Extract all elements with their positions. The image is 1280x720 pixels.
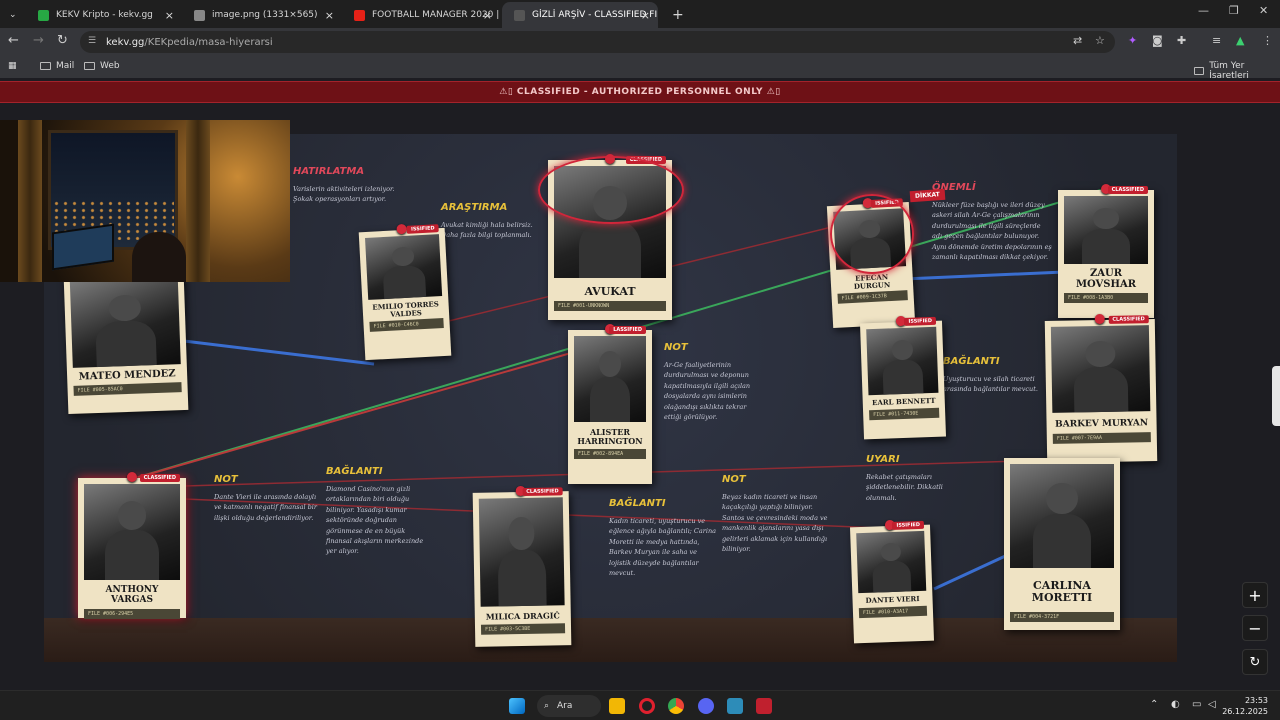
window-close-icon[interactable]: ✕ (1259, 4, 1268, 17)
taskbar-search[interactable]: ⌕ Ara (537, 695, 601, 717)
tab-gizli-arsiv[interactable]: GİZLİ ARŞİV - CLASSIFIED FILES× (502, 2, 658, 28)
suspect-card-alister-harrington[interactable]: LASSIFIED ALISTER HARRINGTON FILE #002-8… (568, 324, 652, 484)
suspect-photo (856, 530, 927, 594)
app-icon[interactable] (756, 698, 772, 714)
suspect-photo (69, 278, 181, 368)
start-icon[interactable] (509, 698, 525, 714)
suspect-card-zaur-movshar[interactable]: CLASSIFIED ZAUR MOVSHAR FILE #008-1A3B0 (1058, 184, 1154, 318)
suspect-photo (1010, 464, 1114, 568)
tab-kekv-kripto[interactable]: KEKV Kripto - kekv.gg × (26, 2, 182, 28)
suspect-photo (365, 234, 443, 300)
note-baglanti-uyusturucu: BAĞLANTI Uyuşturucu ve silah ticareti ara… (943, 356, 1038, 394)
discord-icon[interactable] (698, 698, 714, 714)
translate-icon[interactable]: ⇄ (1073, 34, 1082, 47)
note-not-dante: NOT Dante Vieri ile arasında dolaylı ve k… (214, 474, 317, 522)
blue-string (903, 270, 1065, 281)
extension-icon[interactable]: ✦ (1128, 34, 1137, 47)
suspect-photo (1050, 325, 1151, 413)
folder-icon (1194, 67, 1205, 75)
bookmark-web[interactable]: Web (84, 61, 120, 71)
kekv-favicon (38, 9, 49, 21)
note-uyari: UYARI Rekabet çatışmaları şiddetlenebilir… (866, 454, 943, 502)
suspect-card-milica-dragic[interactable]: CLASSIFIED MILICA DRAGIĆ FILE #003-5C3BE (472, 485, 572, 647)
blue-string (933, 550, 1015, 591)
youtube-favicon (354, 9, 365, 21)
highlight-circle (830, 194, 914, 274)
search-icon: ⌕ (544, 701, 550, 711)
bookmark-star-icon[interactable]: ☆ (1095, 34, 1105, 47)
chevron-up-icon[interactable]: ⌃ (1150, 699, 1158, 710)
app-icon[interactable] (727, 698, 743, 714)
side-scroll-tab[interactable] (1272, 366, 1280, 426)
restore-icon[interactable]: ❐ (1229, 4, 1239, 17)
tab-list-button[interactable]: ⌄ (4, 2, 26, 28)
webcam-overlay (0, 120, 290, 282)
folder-icon (40, 62, 51, 70)
suspect-card-carlina-moretti[interactable]: CARLINA MORETTI FILE #004-3721F (1004, 458, 1120, 630)
streamer (132, 232, 186, 282)
clock[interactable]: 23:53 26.12.2025 (1222, 695, 1268, 717)
volume-icon[interactable]: ◁ (1208, 699, 1216, 710)
apps-grid-icon[interactable]: ▦ (8, 61, 17, 71)
chrome-icon[interactable] (668, 698, 684, 714)
extensions-puzzle-icon[interactable]: ✚ (1177, 34, 1186, 47)
pin-icon (1094, 313, 1105, 325)
windows-taskbar: ⌕ Ara ⌃ ◐ ▭ ◁ 23:53 26.12.2025 (0, 690, 1280, 720)
note-baglanti-casino: BAĞLANTI Diamond Casino'nun gizli ortakla… (326, 466, 424, 556)
suspect-card-anthony-vargas[interactable]: CLASSIFIED ANTHONY VARGAS FILE #006-294E… (78, 472, 186, 619)
suspect-card-earl-bennett[interactable]: ISSIFIED EARL BENNETT FILE #011-7430E (860, 315, 946, 440)
opera-icon[interactable] (639, 698, 655, 714)
minimize-icon[interactable]: — (1198, 4, 1209, 17)
suspect-photo (866, 326, 939, 396)
suspect-photo (574, 336, 646, 422)
pin-icon (127, 472, 137, 482)
suspect-card-mateo-mendez[interactable]: MATEO MENDEZ FILE #005-85AC0 (63, 271, 189, 415)
suspect-photo (478, 497, 565, 607)
back-icon[interactable]: ← (8, 33, 19, 48)
address-bar[interactable]: ☰ kekv.gg/KEKpedia/masa-hiyerarsi (80, 31, 1115, 53)
note-onemli: ÖNEMLİ Nükleer füze başlığı ve ileri düze… (932, 182, 1052, 261)
new-tab-button[interactable]: + (660, 2, 696, 28)
microphone-icon[interactable]: ◐ (1171, 699, 1180, 710)
bookmarks-bar: ▦ Mail Web Tüm Yer İşaretleri (0, 56, 1280, 81)
zoom-in-button[interactable]: + (1242, 582, 1268, 608)
browser-toolbar: ← → ↻ ☰ kekv.gg/KEKpedia/masa-hiyerarsi … (0, 28, 1280, 56)
suspect-card-barkev-muryan[interactable]: CLASSIFIED BARKEV MURYAN FILE #007-7E9AA (1044, 313, 1158, 463)
close-icon[interactable]: × (483, 9, 492, 22)
close-icon[interactable]: × (325, 9, 334, 22)
network-icon[interactable]: ▭ (1192, 699, 1201, 710)
suspect-card-dante-vieri[interactable]: ISSIFIED DANTE VIERI FILE #010-A3A17 (850, 519, 934, 644)
folder-icon (84, 62, 95, 70)
page-favicon (514, 9, 525, 21)
note-not-arge: NOT Ar-Ge faaliyetlerinin durdurulması ve… (664, 342, 751, 421)
close-icon[interactable]: × (165, 9, 174, 22)
tab-image-png[interactable]: image.png (1331×565) × (182, 2, 342, 28)
tab-football-manager[interactable]: FOOTBALL MANAGER 2020 | 2(× (342, 2, 500, 28)
suspect-card-emilio-torres-valdes[interactable]: ISSIFIED EMILIO TORRES VALDES FILE #010-… (358, 223, 452, 361)
close-icon[interactable]: × (641, 9, 650, 22)
tab-bar: ⌄ KEKV Kripto - kekv.gg × image.png (1331… (0, 0, 1280, 28)
image-favicon (194, 9, 205, 21)
note-hatirlatma: HATIRLATMA Varislerin aktiviteleri izleni… (293, 166, 395, 204)
menu-icon[interactable]: ⋮ (1262, 34, 1273, 47)
reload-icon[interactable]: ↻ (57, 33, 68, 48)
note-arastirma: ARAŞTIRMA Avukat kimliği hala belirsiz. D… (441, 202, 533, 240)
note-baglanti-kadin: BAĞLANTI Kadın ticareti, uyuşturucu ve eğ… (609, 498, 717, 577)
suspect-photo (84, 484, 180, 580)
blue-string (183, 339, 375, 366)
suspect-photo (1064, 196, 1148, 264)
highlight-circle (538, 156, 684, 224)
site-info-icon[interactable]: ☰ (88, 36, 96, 46)
camera-icon[interactable]: ◙ (1152, 34, 1163, 47)
pin-icon (396, 223, 407, 235)
forward-icon[interactable]: → (33, 33, 44, 48)
bookmark-mail[interactable]: Mail (40, 61, 74, 71)
note-not-beyaz: NOT Beyaz kadın ticareti ve insan kaçakçı… (722, 474, 828, 553)
reset-view-button[interactable]: ↻ (1242, 649, 1268, 675)
profile-icon[interactable]: ▲ (1236, 34, 1244, 47)
classified-banner: ⚠▯ CLASSIFIED - AUTHORIZED PERSONNEL ONL… (0, 81, 1280, 103)
zoom-out-button[interactable]: − (1242, 615, 1268, 641)
media-icon[interactable]: ≡ (1212, 34, 1221, 47)
file-explorer-icon[interactable] (609, 698, 625, 714)
